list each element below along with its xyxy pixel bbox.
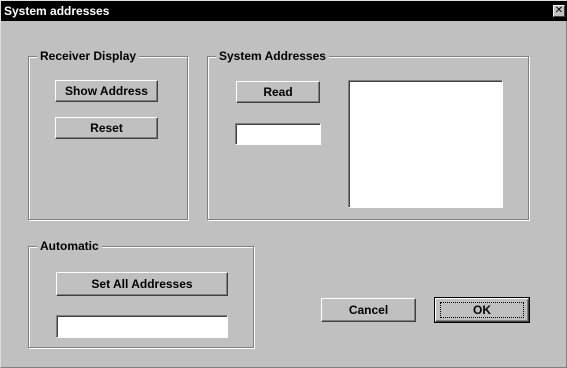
window-title: System addresses bbox=[4, 4, 110, 18]
title-bar[interactable]: System addresses ✕ bbox=[1, 1, 567, 21]
ok-focus-rect bbox=[440, 302, 524, 318]
automatic-legend: Automatic bbox=[37, 239, 102, 253]
status-field[interactable] bbox=[56, 315, 228, 338]
system-addresses-dialog: System addresses ✕ Receiver Display Show… bbox=[0, 0, 567, 368]
address-list[interactable] bbox=[348, 80, 503, 208]
address-field[interactable] bbox=[235, 123, 321, 145]
receiver-display-legend: Receiver Display bbox=[37, 49, 140, 63]
set-all-addresses-button[interactable]: Set All Addresses bbox=[56, 272, 228, 296]
system-addresses-legend: System Addresses bbox=[216, 49, 329, 63]
read-button[interactable]: Read bbox=[236, 81, 320, 103]
close-icon[interactable]: ✕ bbox=[553, 5, 565, 17]
show-address-button[interactable]: Show Address bbox=[55, 80, 158, 102]
reset-button[interactable]: Reset bbox=[55, 117, 158, 139]
ok-button[interactable]: OK bbox=[434, 297, 530, 323]
cancel-button[interactable]: Cancel bbox=[321, 298, 416, 322]
